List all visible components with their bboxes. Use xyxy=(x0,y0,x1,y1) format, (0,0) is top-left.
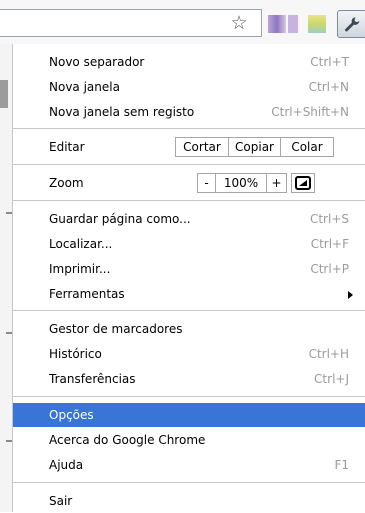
zoom-level: 100% xyxy=(216,173,266,193)
copy-button[interactable]: Copiar xyxy=(228,137,281,157)
menu-item-downloads[interactable]: Transferências Ctrl+J xyxy=(13,367,365,391)
menu-item-new-window[interactable]: Nova janela Ctrl+N xyxy=(13,75,365,99)
submenu-arrow-icon xyxy=(348,291,353,299)
menu-item-find[interactable]: Localizar... Ctrl+F xyxy=(13,232,365,256)
address-bar[interactable] xyxy=(0,9,262,37)
menu-item-print[interactable]: Imprimir... Ctrl+P xyxy=(13,257,365,281)
menu-separator xyxy=(13,128,365,129)
menu-item-help[interactable]: Ajuda F1 xyxy=(13,453,365,477)
menu-separator xyxy=(13,396,365,397)
menu-item-save-page[interactable]: Guardar página como... Ctrl+S xyxy=(13,207,365,231)
menu-item-incognito-window[interactable]: Nova janela sem registo Ctrl+Shift+N xyxy=(13,100,365,124)
paste-button[interactable]: Colar xyxy=(280,137,334,157)
menu-item-zoom: Zoom - 100% + xyxy=(13,171,365,195)
extension-icon[interactable] xyxy=(268,15,286,33)
zoom-out-button[interactable]: - xyxy=(197,173,216,193)
wrench-menu-button[interactable] xyxy=(337,10,365,38)
fullscreen-button[interactable] xyxy=(291,173,315,193)
wrench-dropdown-menu: Novo separador Ctrl+T Nova janela Ctrl+N… xyxy=(12,44,365,512)
fullscreen-icon xyxy=(295,176,311,190)
zoom-in-button[interactable]: + xyxy=(266,173,287,193)
menu-item-exit[interactable]: Sair xyxy=(13,489,365,513)
menu-item-tools[interactable]: Ferramentas xyxy=(13,282,365,306)
menu-item-edit: Editar Cortar Copiar Colar xyxy=(13,135,365,159)
menu-separator xyxy=(13,164,365,165)
browser-toolbar: ☆ xyxy=(0,0,365,45)
extension-icon[interactable] xyxy=(288,15,298,33)
menu-item-about-chrome[interactable]: Acerca do Google Chrome xyxy=(13,428,365,452)
menu-item-options[interactable]: Opções xyxy=(13,403,365,427)
menu-separator xyxy=(13,482,365,483)
menu-item-history[interactable]: Histórico Ctrl+H xyxy=(13,342,365,366)
menu-separator xyxy=(13,310,365,311)
menu-item-new-tab[interactable]: Novo separador Ctrl+T xyxy=(13,50,365,74)
star-outline-icon[interactable]: ☆ xyxy=(228,12,250,34)
menu-separator xyxy=(13,200,365,201)
wrench-icon xyxy=(345,17,360,32)
cut-button[interactable]: Cortar xyxy=(175,137,229,157)
extension-icon[interactable] xyxy=(308,15,326,33)
menu-item-bookmark-manager[interactable]: Gestor de marcadores xyxy=(13,317,365,341)
